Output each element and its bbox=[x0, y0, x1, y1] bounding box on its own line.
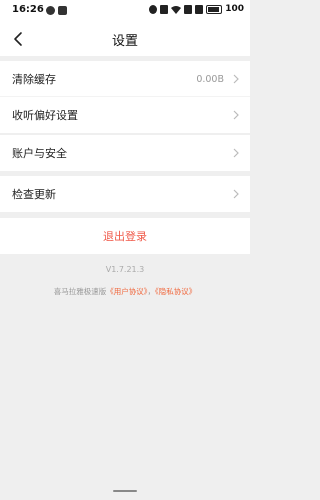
clear-cache-label: 清除缓存 bbox=[12, 73, 56, 86]
notification-app-icon bbox=[58, 6, 67, 15]
chevron-right-icon bbox=[233, 148, 239, 158]
status-bar: 16:26 100 bbox=[0, 0, 250, 22]
clear-cache-item[interactable]: 清除缓存 0.00B bbox=[0, 61, 250, 97]
cache-size-value: 0.00B bbox=[196, 73, 224, 85]
agreement-line: 喜马拉雅极速版《用户协议》，《隐私协议》 bbox=[0, 286, 250, 297]
status-notification-icons bbox=[46, 6, 67, 15]
chevron-right-icon bbox=[233, 74, 239, 84]
check-update-label: 检查更新 bbox=[12, 188, 56, 201]
status-time: 16:26 bbox=[12, 4, 44, 15]
status-right-icons: 100 bbox=[149, 4, 244, 14]
chevron-right-icon bbox=[233, 189, 239, 199]
user-agreement-link[interactable]: 《用户协议》 bbox=[106, 287, 147, 296]
signal-icon bbox=[195, 4, 204, 14]
mute-icon bbox=[160, 4, 169, 14]
notification-app-icon bbox=[46, 6, 55, 15]
signal-icon bbox=[184, 4, 193, 14]
listening-preference-label: 收听偏好设置 bbox=[12, 109, 78, 122]
logout-button[interactable]: 退出登录 bbox=[0, 218, 250, 254]
privacy-policy-link[interactable]: 《隐私协议》 bbox=[155, 287, 196, 296]
account-security-label: 账户与安全 bbox=[12, 147, 67, 160]
settings-group-general: 清除缓存 0.00B 收听偏好设置 bbox=[0, 61, 250, 133]
home-indicator[interactable] bbox=[113, 490, 137, 492]
version-text: V1.7.21.3 bbox=[105, 265, 145, 274]
settings-group-update: 检查更新 bbox=[0, 176, 250, 212]
battery-icon bbox=[206, 4, 223, 14]
app-name-text: 喜马拉雅极速版 bbox=[53, 287, 107, 296]
chevron-right-icon bbox=[233, 110, 239, 120]
account-security-item[interactable]: 账户与安全 bbox=[0, 135, 250, 171]
battery-level: 100 bbox=[225, 4, 244, 14]
alarm-icon bbox=[149, 4, 158, 14]
wifi-icon bbox=[171, 5, 182, 14]
check-update-item[interactable]: 检查更新 bbox=[0, 176, 250, 212]
agreement-separator: ， bbox=[147, 287, 156, 296]
settings-group-account: 账户与安全 bbox=[0, 135, 250, 171]
page-title: 设置 bbox=[111, 34, 138, 49]
navigation-bar: 设置 bbox=[0, 22, 250, 56]
listening-preference-item[interactable]: 收听偏好设置 bbox=[0, 97, 250, 133]
